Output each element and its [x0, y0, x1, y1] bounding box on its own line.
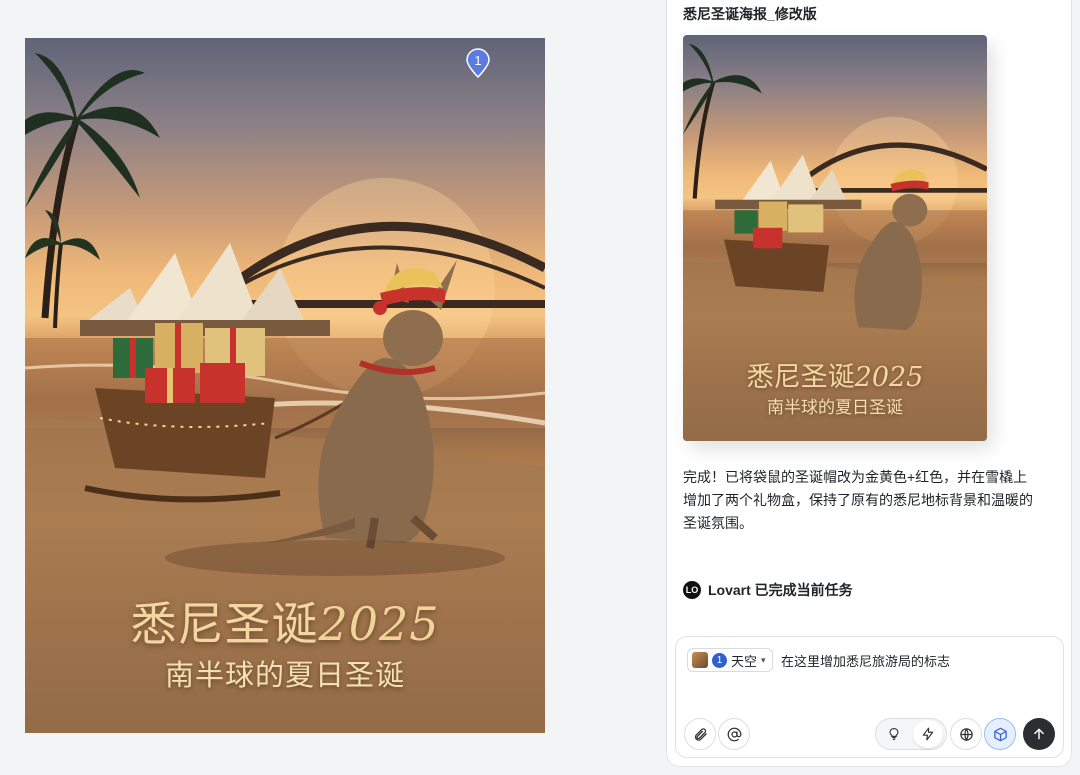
chat-panel: 悉尼圣诞海报_修改版 [666, 0, 1072, 767]
attach-button[interactable] [684, 718, 716, 750]
annotation-marker[interactable]: 1 [465, 48, 491, 78]
canvas-area: 悉尼圣诞2025 南半球的夏日圣诞 1 [0, 0, 666, 775]
paperclip-icon [693, 727, 708, 742]
message-composer[interactable]: 1 天空 ▾ 在这里增加悉尼旅游局的标志 [675, 636, 1064, 758]
task-status: LO Lovart 已完成当前任务 [683, 580, 853, 600]
marker-number: 1 [465, 53, 491, 68]
poster-image[interactable]: 悉尼圣诞2025 南半球的夏日圣诞 [25, 38, 545, 733]
message-title: 悉尼圣诞海报_修改版 [683, 4, 817, 24]
reference-label: 天空 [731, 651, 757, 670]
poster-title: 悉尼圣诞2025 [25, 588, 545, 654]
thumbnail-title: 悉尼圣诞2025 [683, 355, 987, 394]
mode-toggle [875, 718, 947, 750]
result-thumbnail[interactable]: 悉尼圣诞2025 南半球的夏日圣诞 [683, 35, 987, 441]
reference-chip[interactable]: 1 天空 ▾ [687, 648, 773, 672]
think-mode-button[interactable] [879, 720, 909, 748]
send-button[interactable] [1023, 718, 1055, 750]
reference-number: 1 [712, 653, 727, 668]
3d-mode-button[interactable] [984, 718, 1016, 750]
lovart-logo-icon: LO [683, 581, 701, 599]
at-icon [727, 727, 742, 742]
assistant-reply: 完成！已将袋鼠的圣诞帽改为金黄色+红色，并在雪橇上增加了两个礼物盒，保持了原有的… [683, 466, 1033, 535]
arrow-up-icon [1032, 727, 1046, 741]
thumbnail-subtitle: 南半球的夏日圣诞 [683, 393, 987, 418]
fast-mode-button[interactable] [913, 720, 943, 748]
mention-button[interactable] [718, 718, 750, 750]
globe-icon [959, 727, 974, 742]
chevron-down-icon: ▾ [761, 655, 766, 666]
web-search-button[interactable] [950, 718, 982, 750]
bulb-icon [887, 727, 901, 741]
poster-subtitle: 南半球的夏日圣诞 [25, 652, 545, 694]
lightning-icon [921, 727, 935, 741]
message-input[interactable]: 在这里增加悉尼旅游局的标志 [781, 651, 950, 670]
status-text: Lovart 已完成当前任务 [708, 580, 853, 600]
reference-thumbnail [692, 652, 708, 668]
cube-icon [993, 727, 1008, 742]
